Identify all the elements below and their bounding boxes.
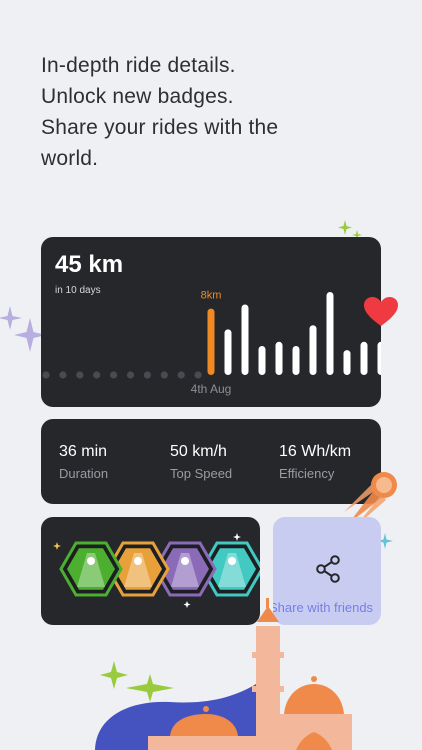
badge-center-dot [228, 557, 236, 565]
stat-efficiency-value: 16 Wh/km [279, 443, 352, 460]
chart-bar[interactable] [360, 341, 368, 375]
chart-bar[interactable] [292, 345, 300, 375]
heart-icon [364, 297, 398, 326]
headline-line-3: Share your rides with the [41, 116, 279, 139]
stat-duration-value: 36 min [59, 443, 108, 460]
chart-empty-day-dot [93, 371, 101, 379]
chart-empty-day-dot [194, 371, 202, 379]
chart-bar-highlighted[interactable] [207, 308, 215, 375]
badge-center-dot [87, 557, 95, 565]
chart-bar[interactable] [309, 325, 317, 375]
stat-top-speed-value: 50 km/h [170, 443, 227, 460]
chart-empty-day-dot [126, 371, 135, 379]
chart-empty-day-dot [59, 371, 67, 379]
chart-bar[interactable] [377, 341, 382, 375]
chart-bar[interactable] [258, 345, 266, 375]
chart-bar[interactable] [326, 292, 334, 375]
ride-summary-card[interactable]: 45 km in 10 days 8km 4th Aug [41, 237, 381, 407]
share-icon [316, 555, 340, 583]
chart-empty-day-dot [42, 371, 50, 379]
headline-line-4: world. [41, 147, 99, 170]
stat-efficiency: 16 Wh/km Efficiency [279, 443, 351, 481]
chart-empty-day-dot [76, 371, 84, 379]
stat-efficiency-label: Efficiency [279, 466, 335, 481]
badge-center-dot [181, 557, 189, 565]
chart-empty-day-dot [160, 371, 168, 379]
chart-empty-day-dot [143, 371, 151, 379]
badge-center-dot [134, 557, 142, 565]
chart-highlight-label: 8km [201, 290, 222, 302]
chart-bar[interactable] [275, 341, 283, 375]
stat-top-speed: 50 km/h Top Speed [170, 443, 232, 481]
stat-top-speed-label: Top Speed [170, 466, 233, 481]
chart-empty-day-dot [177, 371, 185, 379]
headline: In-depth ride details. Unlock new badges… [41, 50, 361, 174]
chart-date-label: 4th Aug [191, 382, 232, 396]
chart-bar[interactable] [241, 304, 249, 375]
chart-empty-day-dot [110, 371, 118, 379]
ride-stats-card: 36 min Duration 50 km/h Top Speed 16 Wh/… [41, 419, 381, 504]
chart-bar[interactable] [343, 350, 351, 375]
stat-duration-label: Duration [59, 466, 109, 481]
stat-duration: 36 min Duration [59, 443, 108, 481]
headline-line-2: Unlock new badges. [41, 85, 234, 108]
ride-distance-chart: 8km 4th Aug [42, 290, 382, 396]
headline-line-1: In-depth ride details. [41, 54, 236, 77]
chart-bar[interactable] [224, 329, 232, 375]
city-illustration [95, 598, 352, 750]
